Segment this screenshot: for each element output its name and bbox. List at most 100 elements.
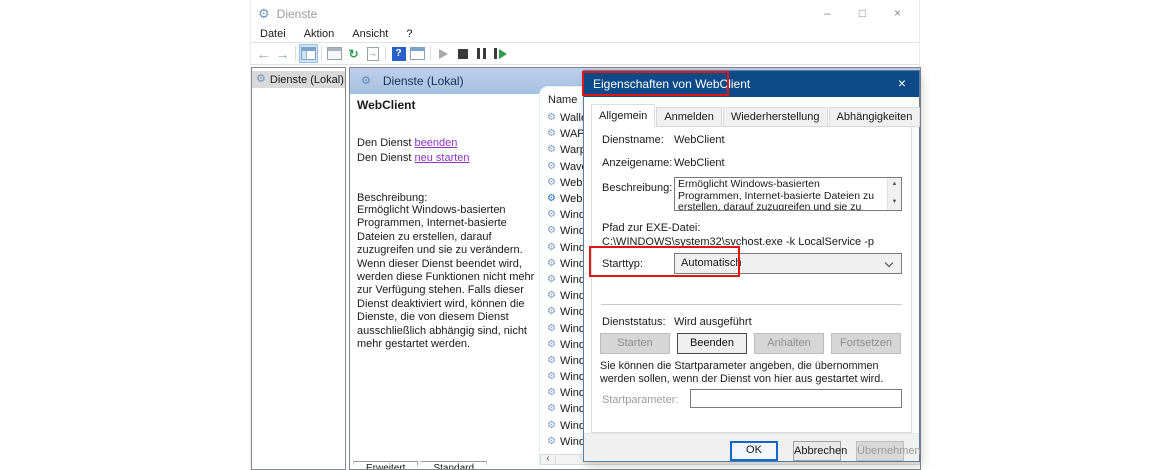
refresh-icon[interactable]: ↻ <box>344 44 363 63</box>
close-button[interactable]: × <box>880 0 915 27</box>
startup-type-value: Automatisch <box>681 257 742 269</box>
view-tabs: Erweitert Standard <box>353 461 487 470</box>
stop-service-icon[interactable] <box>453 44 472 63</box>
exe-path-value: C:\WINDOWS\system32\svchost.exe -k Local… <box>602 236 874 248</box>
service-gear-icon: ⚙ <box>547 356 556 366</box>
restart-service-line: Den Dienst neu starten <box>357 151 537 166</box>
menu-datei[interactable]: Datei <box>251 27 295 43</box>
window-titlebar[interactable]: ⚙ Dienste – □ × <box>251 0 919 27</box>
menu-hilfe[interactable]: ? <box>397 27 421 43</box>
tree-item-label: Dienste (Lokal) <box>270 74 344 86</box>
service-gear-icon: ⚙ <box>547 129 556 139</box>
service-name-value: WebClient <box>674 134 725 146</box>
service-gear-icon: ⚙ <box>547 437 556 447</box>
service-gear-icon: ⚙ <box>547 145 556 155</box>
tab-wiederherstellung[interactable]: Wiederherstellung <box>723 107 828 127</box>
display-name-value: WebClient <box>674 157 725 169</box>
restart-service-icon[interactable] <box>491 44 510 63</box>
cancel-button[interactable]: Abbrechen <box>793 441 841 461</box>
properties-icon[interactable] <box>325 44 344 63</box>
scroll-left-icon[interactable]: ‹ <box>540 454 556 465</box>
service-gear-icon: ⚙ <box>547 340 556 350</box>
display-name-label: Anzeigename: <box>602 157 672 169</box>
exe-path-label: Pfad zur EXE-Datei: <box>602 222 700 234</box>
toolbar-separator <box>321 46 322 61</box>
toolbar-separator <box>430 46 431 61</box>
maximize-button[interactable]: □ <box>845 0 880 27</box>
description-text: Ermöglicht Windows-basierten Programmen,… <box>678 178 874 211</box>
toolbar-separator <box>385 46 386 61</box>
tab-erweitert[interactable]: Erweitert <box>353 461 418 470</box>
service-gear-icon: ⚙ <box>547 404 556 414</box>
service-description: Ermöglicht Windows-basierten Programmen,… <box>357 204 537 351</box>
apply-button: Übernehmen <box>856 441 904 461</box>
services-node-icon: ⚙ <box>256 74 266 85</box>
tab-page-allgemein: Dienstname: WebClient Anzeigename: WebCl… <box>591 126 912 433</box>
tree-item-dienste-lokal[interactable]: ⚙ Dienste (Lokal) <box>252 71 345 88</box>
menu-aktion[interactable]: Aktion <box>295 27 344 43</box>
chevron-down-icon <box>885 259 893 267</box>
description-textarea[interactable]: Ermöglicht Windows-basierten Programmen,… <box>674 177 902 211</box>
startup-type-dropdown[interactable]: Automatisch <box>674 253 902 274</box>
stop-service-link[interactable]: beenden <box>414 137 457 149</box>
selected-service-title: WebClient <box>357 98 537 112</box>
service-gear-icon: ⚙ <box>547 275 556 285</box>
startup-type-label: Starttyp: <box>602 258 643 270</box>
dialog-footer: OK Abbrechen Übernehmen <box>584 433 919 461</box>
console-tree-panel: ⚙ Dienste (Lokal) <box>251 67 346 470</box>
scroll-down-icon[interactable]: ▼ <box>888 197 901 209</box>
minimize-button[interactable]: – <box>810 0 845 27</box>
tab-standard[interactable]: Standard <box>420 461 487 470</box>
service-status-value: Wird ausgeführt <box>674 316 752 328</box>
service-gear-icon: ⚙ <box>547 388 556 398</box>
ok-button[interactable]: OK <box>730 441 778 461</box>
service-gear-icon: ⚙ <box>547 113 556 123</box>
startparam-label: Startparameter: <box>602 394 678 406</box>
service-name-label: Dienstname: <box>602 134 664 146</box>
pause-service-icon[interactable] <box>472 44 491 63</box>
stop-service-line: Den Dienst beenden <box>357 136 537 151</box>
section-divider <box>601 304 902 305</box>
window-controls: – □ × <box>810 0 915 27</box>
window-title: Dienste <box>277 7 318 21</box>
forward-icon[interactable]: → <box>273 44 292 63</box>
start-button: Starten <box>600 333 670 354</box>
menu-ansicht[interactable]: Ansicht <box>343 27 397 43</box>
service-gear-icon: ⚙ <box>547 226 556 236</box>
service-gear-icon: ⚙ <box>547 194 556 204</box>
start-service-icon[interactable] <box>434 44 453 63</box>
service-gear-icon: ⚙ <box>547 259 556 269</box>
pane-header-title: Dienste (Lokal) <box>383 74 464 88</box>
scroll-up-icon[interactable]: ▲ <box>888 179 901 191</box>
tab-anmelden[interactable]: Anmelden <box>656 107 722 127</box>
tab-abhaengigkeiten[interactable]: Abhängigkeiten <box>829 107 921 127</box>
show-extended-view-icon[interactable] <box>408 44 427 63</box>
service-gear-icon: ⚙ <box>547 162 556 172</box>
textarea-scrollbar: ▲ ▼ <box>887 178 901 210</box>
help-icon[interactable]: ? <box>389 44 408 63</box>
export-list-icon[interactable]: → <box>363 44 382 63</box>
toolbar: ← → ↻ → ? <box>251 43 919 65</box>
dialog-title: Eigenschaften von WebClient <box>593 77 750 91</box>
service-status-label: Dienststatus: <box>602 316 666 328</box>
tab-allgemein[interactable]: Allgemein <box>591 104 655 127</box>
extended-view-panel: WebClient Den Dienst beenden Den Dienst … <box>350 94 537 469</box>
restart-service-link[interactable]: neu starten <box>414 152 469 164</box>
service-gear-icon: ⚙ <box>547 243 556 253</box>
dialog-close-icon[interactable]: × <box>885 71 919 97</box>
dialog-titlebar[interactable]: Eigenschaften von WebClient × <box>584 71 919 97</box>
description-label: Beschreibung: <box>602 182 672 194</box>
service-gear-icon: ⚙ <box>547 307 556 317</box>
show-console-tree-icon[interactable] <box>299 44 318 63</box>
properties-dialog: Eigenschaften von WebClient × Allgemein … <box>583 70 920 462</box>
service-gear-icon: ⚙ <box>547 291 556 301</box>
startparam-input[interactable] <box>690 389 902 408</box>
services-app-icon: ⚙ <box>258 6 270 22</box>
resume-button: Fortsetzen <box>831 333 901 354</box>
back-icon[interactable]: ← <box>254 44 273 63</box>
description-label: Beschreibung: <box>357 192 537 204</box>
service-gear-icon: ⚙ <box>547 421 556 431</box>
stop-button[interactable]: Beenden <box>677 333 747 354</box>
menu-bar: Datei Aktion Ansicht ? <box>251 27 919 43</box>
startparam-hint: Sie können die Startparameter angeben, d… <box>600 360 908 386</box>
